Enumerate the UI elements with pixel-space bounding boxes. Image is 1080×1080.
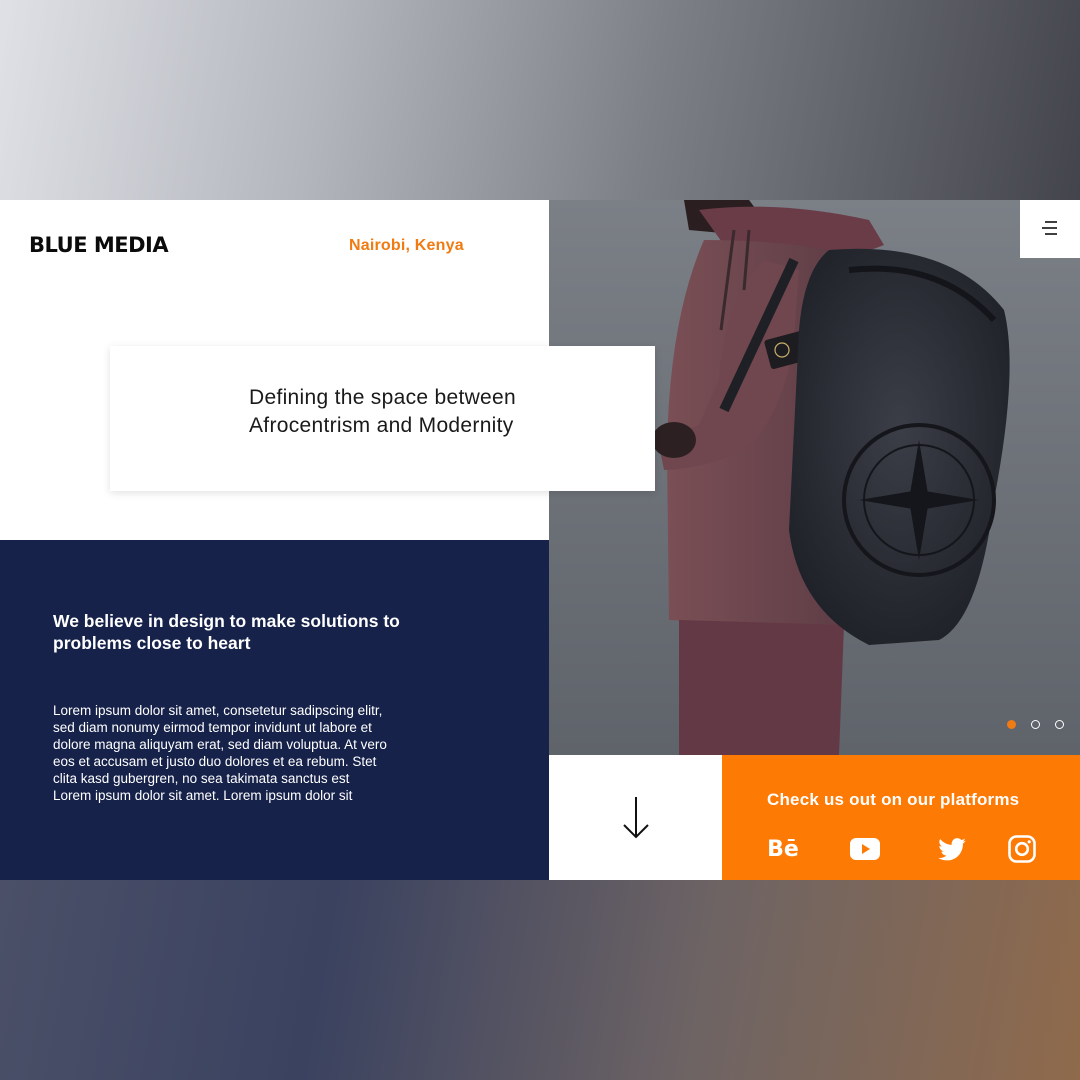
- background-bottom: [0, 880, 1080, 1080]
- tagline-card: Defining the space between Afrocentrism …: [110, 346, 655, 491]
- about-heading: We believe in design to make solutions t…: [53, 610, 453, 654]
- about-body-line: Lorem ipsum dolor sit amet, consetetur s…: [53, 703, 383, 718]
- arrow-down-icon: [622, 796, 649, 838]
- behance-link[interactable]: Bē: [766, 835, 800, 863]
- about-body-line: Lorem ipsum dolor sit amet. Lorem ipsum …: [53, 788, 353, 803]
- slider-dot[interactable]: [1031, 720, 1040, 729]
- slider-dot-active[interactable]: [1007, 720, 1016, 729]
- hero-tagline: Defining the space between Afrocentrism …: [249, 384, 609, 440]
- about-body: Lorem ipsum dolor sit amet, consetetur s…: [53, 702, 443, 804]
- menu-button[interactable]: [1020, 200, 1080, 258]
- background-top: [0, 0, 1080, 200]
- about-body-line: dolore magna aliquyam erat, sed diam vol…: [53, 737, 387, 752]
- slider-dot[interactable]: [1055, 720, 1064, 729]
- brand-logo[interactable]: BLUE MEDIA: [29, 233, 169, 257]
- behance-icon: Bē: [767, 836, 799, 862]
- slider-dots: [1007, 720, 1064, 729]
- about-body-line: eos et accusam et justo duo dolores et e…: [53, 754, 377, 769]
- twitter-link[interactable]: [936, 835, 968, 863]
- platforms-title: Check us out on our platforms: [767, 790, 1020, 809]
- tagline-line: Afrocentrism and Modernity: [249, 414, 514, 437]
- twitter-icon: [938, 837, 966, 860]
- about-heading-line: problems close to heart: [53, 633, 251, 653]
- youtube-link[interactable]: [849, 835, 881, 863]
- about-body-line: clita kasd gubergren, no sea takimata sa…: [53, 771, 350, 786]
- instagram-link[interactable]: [1006, 835, 1038, 863]
- about-body-line: sed diam nonumy eirmod tempor invidunt u…: [53, 720, 372, 735]
- tagline-line: Defining the space between: [249, 386, 516, 409]
- landing-card: BLUE MEDIA Nairobi, Kenya We believe in …: [0, 200, 1080, 880]
- instagram-icon: [1008, 835, 1036, 863]
- menu-icon: [1042, 221, 1057, 235]
- about-heading-line: We believe in design to make solutions t…: [53, 611, 400, 631]
- scroll-down-button[interactable]: [549, 755, 722, 880]
- location-label: Nairobi, Kenya: [349, 237, 464, 254]
- about-panel: We believe in design to make solutions t…: [0, 540, 549, 880]
- youtube-icon: [850, 838, 880, 860]
- platforms-panel: Check us out on our platforms Bē: [722, 755, 1080, 880]
